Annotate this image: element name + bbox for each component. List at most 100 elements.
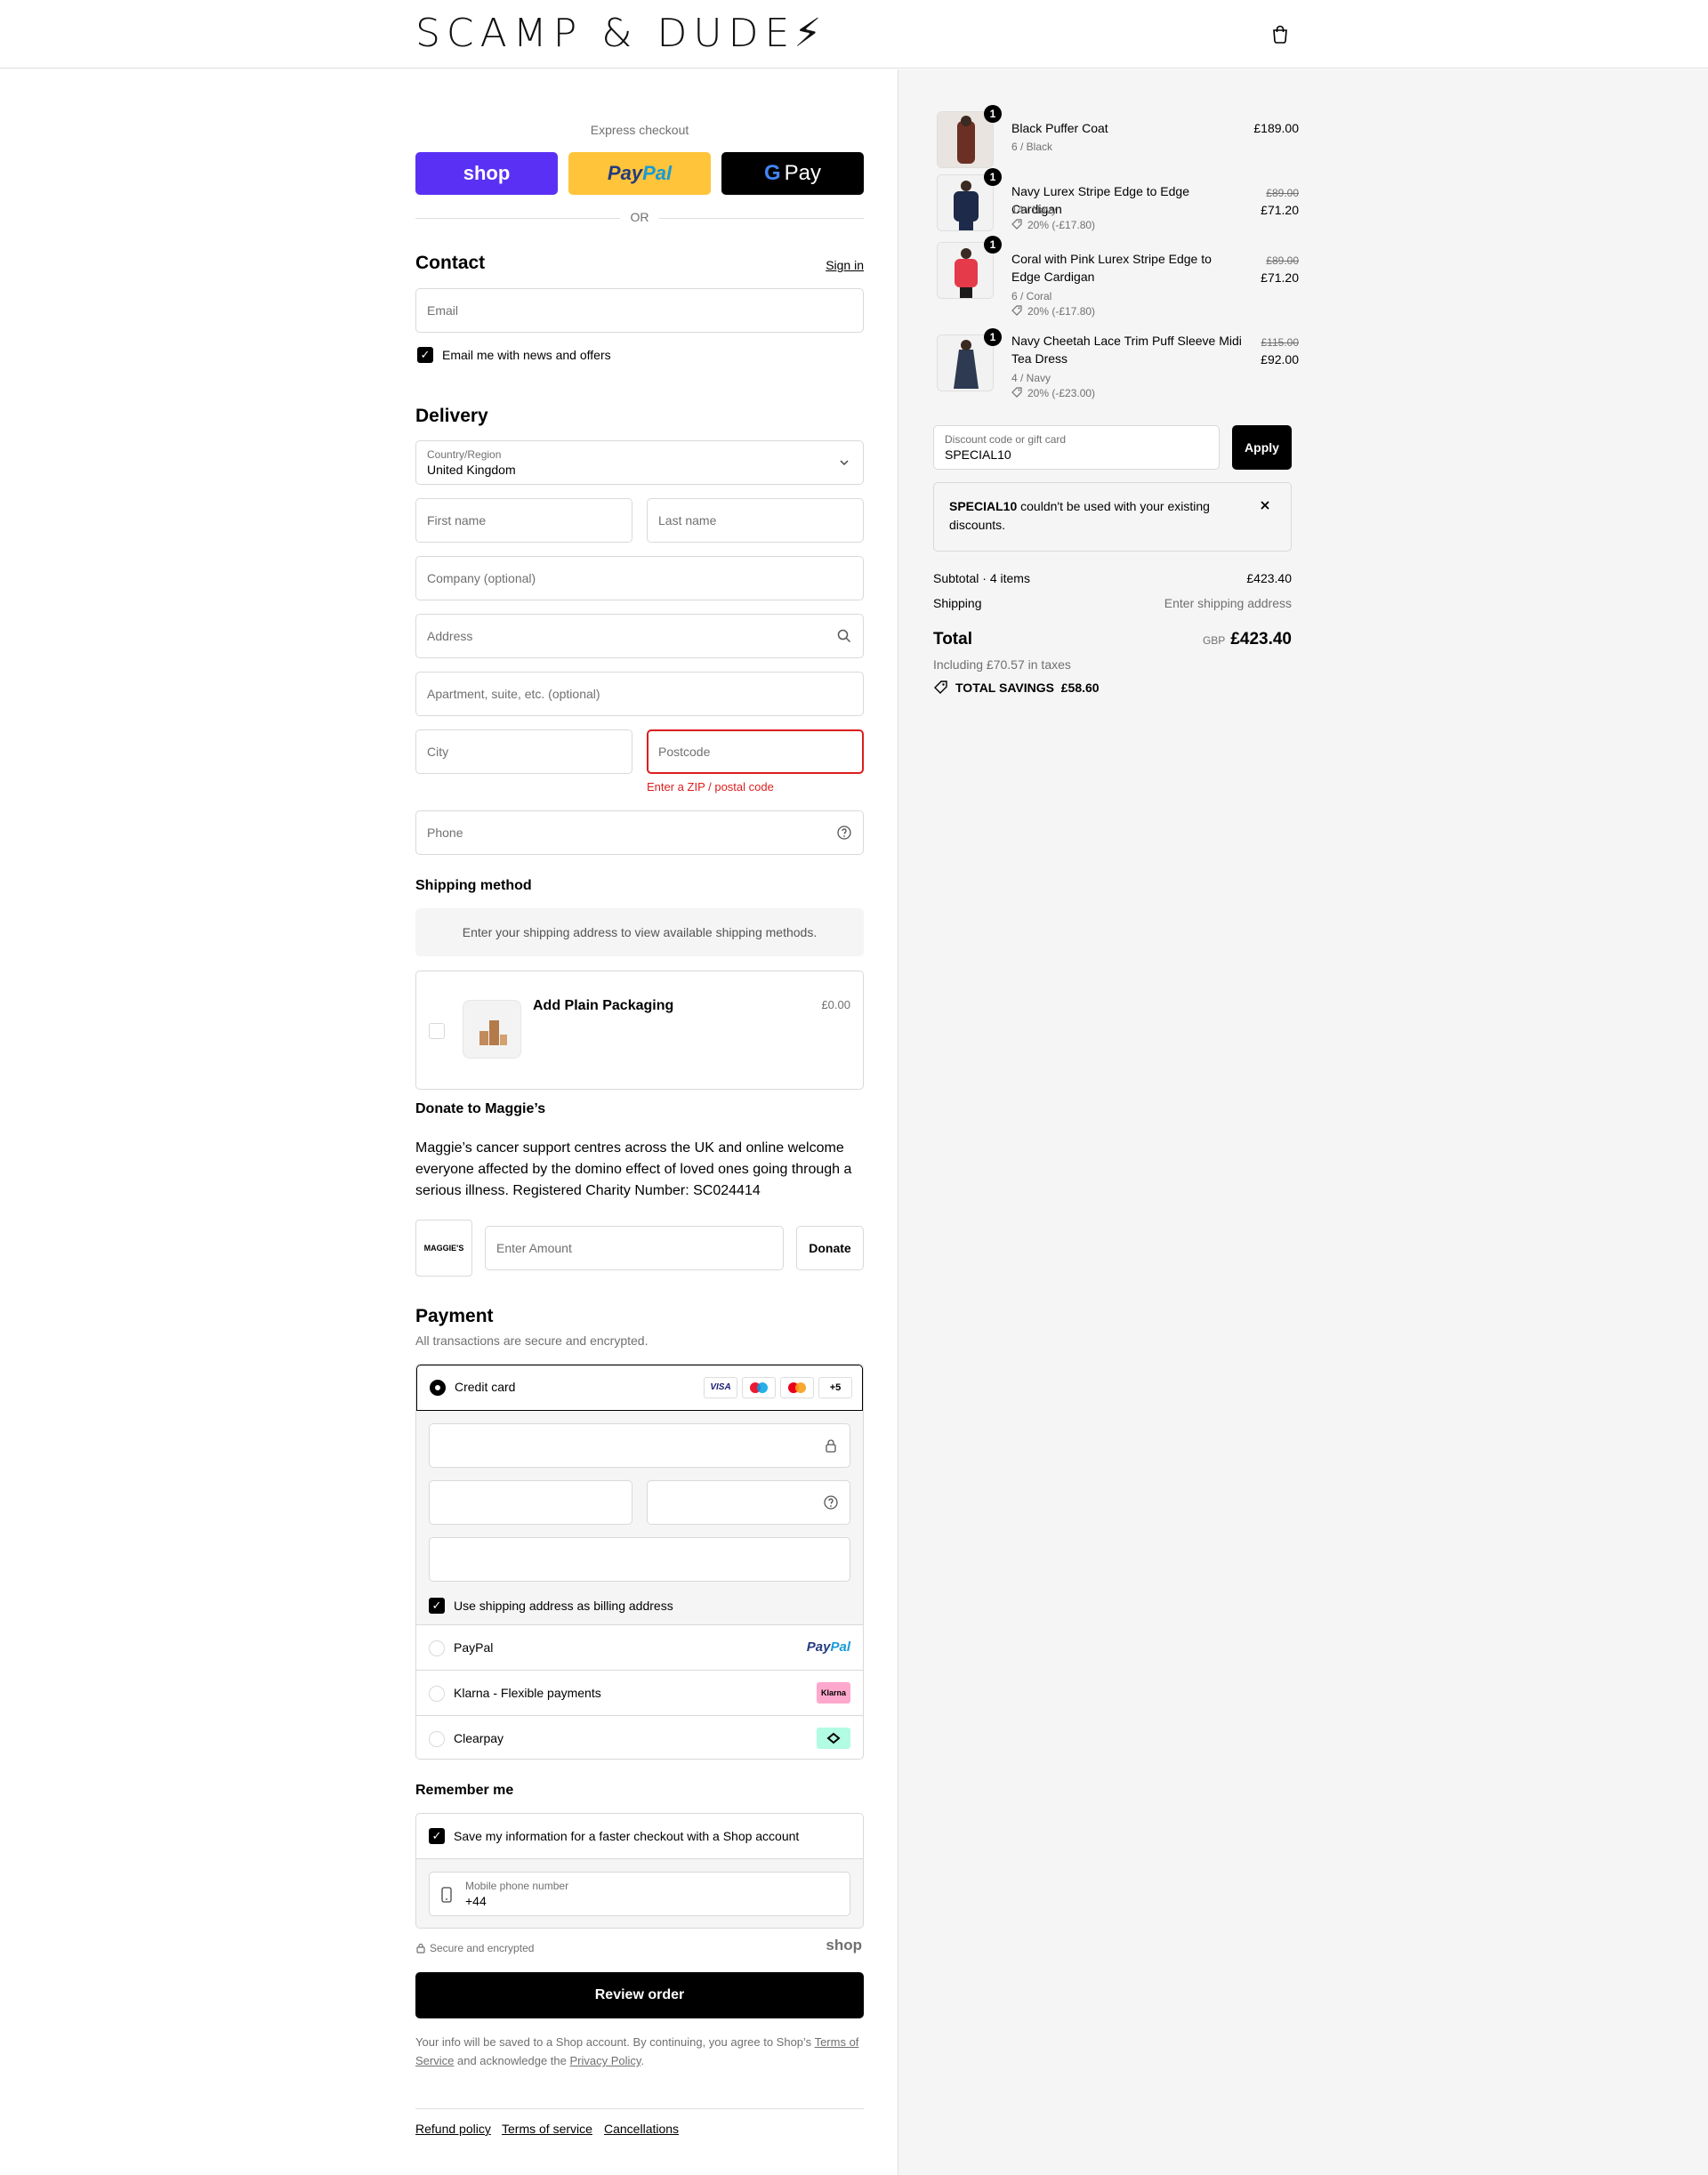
delivery-title: Delivery bbox=[415, 406, 488, 426]
apartment-placeholder: Apartment, suite, etc. (optional) bbox=[427, 687, 600, 701]
subtotal-value: £423.40 bbox=[1246, 571, 1292, 585]
total-label: Total bbox=[933, 630, 972, 648]
discount-error-text: SPECIAL10 couldn't be used with your exi… bbox=[949, 499, 1210, 532]
paypal-logo-part: Pal bbox=[642, 162, 673, 184]
help-icon[interactable] bbox=[823, 1494, 839, 1510]
item-price: £71.20 bbox=[1261, 203, 1299, 217]
brand-logo-text: SCAMP & DUDE bbox=[415, 11, 796, 56]
shopping-bag-icon[interactable] bbox=[1270, 24, 1290, 44]
apply-discount-button[interactable]: Apply bbox=[1232, 425, 1292, 470]
savings-value: £58.60 bbox=[1060, 681, 1100, 695]
shipping-label: Shipping bbox=[933, 596, 982, 610]
discount-code-field[interactable]: Discount code or gift card SPECIAL10 bbox=[933, 425, 1220, 470]
taxes-note: Including £70.57 in taxes bbox=[933, 657, 1071, 672]
footer-divider bbox=[415, 2108, 864, 2109]
postcode-field[interactable]: Postcode bbox=[647, 729, 864, 774]
card-expiry-field[interactable] bbox=[429, 1480, 632, 1525]
clearpay-label: Clearpay bbox=[454, 1731, 504, 1745]
item-original-price: £89.00 bbox=[1266, 187, 1299, 199]
mobile-phone-field[interactable]: Mobile phone number +44 bbox=[429, 1872, 850, 1916]
klarna-option[interactable]: Klarna - Flexible payments Klarna bbox=[416, 1670, 863, 1715]
order-summary: 1 Black Puffer Coat 6 / Black £189.00 1 … bbox=[898, 69, 1708, 2175]
item-discount: 20% (-£17.80) bbox=[1027, 305, 1096, 318]
review-order-button[interactable]: Review order bbox=[415, 1972, 864, 2018]
apartment-field[interactable]: Apartment, suite, etc. (optional) bbox=[415, 672, 864, 716]
clearpay-option[interactable]: Clearpay bbox=[416, 1715, 863, 1759]
shipping-notice: Enter your shipping address to view avai… bbox=[415, 908, 864, 956]
mastercard-icon bbox=[780, 1377, 814, 1398]
credit-card-option[interactable]: Credit card VISA +5 bbox=[416, 1365, 863, 1411]
news-checkbox[interactable]: ✓ bbox=[417, 347, 433, 363]
boxes-icon bbox=[479, 1020, 507, 1045]
paypal-button[interactable]: Pay Pal bbox=[568, 152, 711, 195]
paypal-option[interactable]: PayPal PayPal bbox=[416, 1624, 863, 1670]
review-order-label: Review order bbox=[594, 1987, 685, 2002]
last-name-field[interactable]: Last name bbox=[647, 498, 864, 543]
item-variant: 6 / Black bbox=[1011, 141, 1053, 153]
currency-code: GBP bbox=[1202, 634, 1226, 647]
cancellations-link[interactable]: Cancellations bbox=[604, 2122, 679, 2136]
item-name: Navy Cheetah Lace Trim Puff Sleeve Midi … bbox=[1011, 334, 1242, 366]
discount-code-value: SPECIAL10 bbox=[945, 447, 1011, 462]
paypal-label: PayPal bbox=[454, 1640, 494, 1655]
item-discount: 20% (-£17.80) bbox=[1027, 219, 1096, 231]
refund-policy-link[interactable]: Refund policy bbox=[415, 2122, 491, 2136]
first-name-placeholder: First name bbox=[427, 513, 487, 528]
chevron-down-icon bbox=[840, 460, 849, 466]
klarna-radio[interactable] bbox=[429, 1686, 445, 1702]
item-original-price: £115.00 bbox=[1261, 336, 1300, 349]
total-savings: TOTAL SAVINGS £58.60 bbox=[955, 681, 1100, 695]
privacy-policy-link[interactable]: Privacy Policy bbox=[569, 2054, 640, 2067]
email-placeholder: Email bbox=[427, 303, 459, 318]
save-info-checkbox[interactable]: ✓ bbox=[429, 1828, 445, 1844]
address-field[interactable]: Address bbox=[415, 614, 864, 658]
item-quantity-badge: 1 bbox=[984, 105, 1002, 123]
shipping-value: Enter shipping address bbox=[1164, 596, 1292, 610]
donate-button-label: Donate bbox=[809, 1241, 851, 1255]
lock-icon bbox=[826, 1439, 836, 1453]
first-name-field[interactable]: First name bbox=[415, 498, 632, 543]
address-placeholder: Address bbox=[427, 629, 473, 643]
card-number-field[interactable] bbox=[429, 1423, 850, 1468]
packaging-image bbox=[463, 1000, 521, 1059]
close-icon[interactable] bbox=[1259, 499, 1271, 512]
card-name-field[interactable] bbox=[429, 1537, 850, 1582]
packaging-option: Add Plain Packaging £0.00 bbox=[415, 971, 864, 1090]
item-original-price: £89.00 bbox=[1266, 254, 1299, 267]
billing-checkbox[interactable]: ✓ bbox=[429, 1598, 445, 1614]
paypal-logo-part: Pay bbox=[607, 162, 643, 184]
help-icon[interactable] bbox=[836, 825, 852, 841]
discount-tag-icon bbox=[1011, 387, 1022, 398]
sign-in-link[interactable]: Sign in bbox=[826, 258, 864, 272]
company-field[interactable]: Company (optional) bbox=[415, 556, 864, 600]
postcode-placeholder: Postcode bbox=[658, 745, 711, 759]
last-name-placeholder: Last name bbox=[658, 513, 717, 528]
item-price: £71.20 bbox=[1261, 270, 1299, 285]
clearpay-radio[interactable] bbox=[429, 1731, 445, 1747]
packaging-checkbox[interactable] bbox=[429, 1023, 445, 1039]
country-select[interactable]: Country/Region United Kingdom bbox=[415, 440, 864, 485]
shop-pay-button[interactable]: shop bbox=[415, 152, 558, 195]
donate-amount-field[interactable]: Enter Amount bbox=[485, 1226, 784, 1270]
credit-card-radio[interactable] bbox=[430, 1380, 446, 1396]
terms-of-service-link[interactable]: Terms of service bbox=[502, 2122, 592, 2136]
savings-label: TOTAL SAVINGS bbox=[955, 681, 1054, 695]
donate-button[interactable]: Donate bbox=[796, 1226, 864, 1270]
donate-title: Donate to Maggie’s bbox=[415, 1101, 546, 1116]
city-field[interactable]: City bbox=[415, 729, 632, 774]
phone-field[interactable]: Phone bbox=[415, 810, 864, 855]
maggies-logo: MAGGIE'S bbox=[415, 1220, 472, 1277]
item-name: Coral with Pink Lurex Stripe Edge to Edg… bbox=[1011, 252, 1212, 284]
total-amount: GBP £423.40 bbox=[1203, 630, 1292, 649]
brand-logo[interactable]: SCAMP & DUDE⚡ bbox=[415, 12, 821, 56]
paypal-logo: PayPal bbox=[806, 1639, 850, 1655]
phone-panel: Mobile phone number +44 bbox=[416, 1858, 863, 1928]
summary-content: 1 Black Puffer Coat 6 / Black £189.00 1 … bbox=[933, 69, 1299, 781]
card-cvv-field[interactable] bbox=[647, 1480, 850, 1525]
paypal-radio[interactable] bbox=[429, 1640, 445, 1656]
item-price: £189.00 bbox=[1253, 121, 1299, 135]
google-pay-button[interactable]: G Pay bbox=[721, 152, 864, 195]
email-field[interactable]: Email bbox=[415, 288, 864, 333]
item-name: Black Puffer Coat bbox=[1011, 121, 1108, 135]
subtotal-label: Subtotal · 4 items bbox=[933, 571, 1030, 585]
